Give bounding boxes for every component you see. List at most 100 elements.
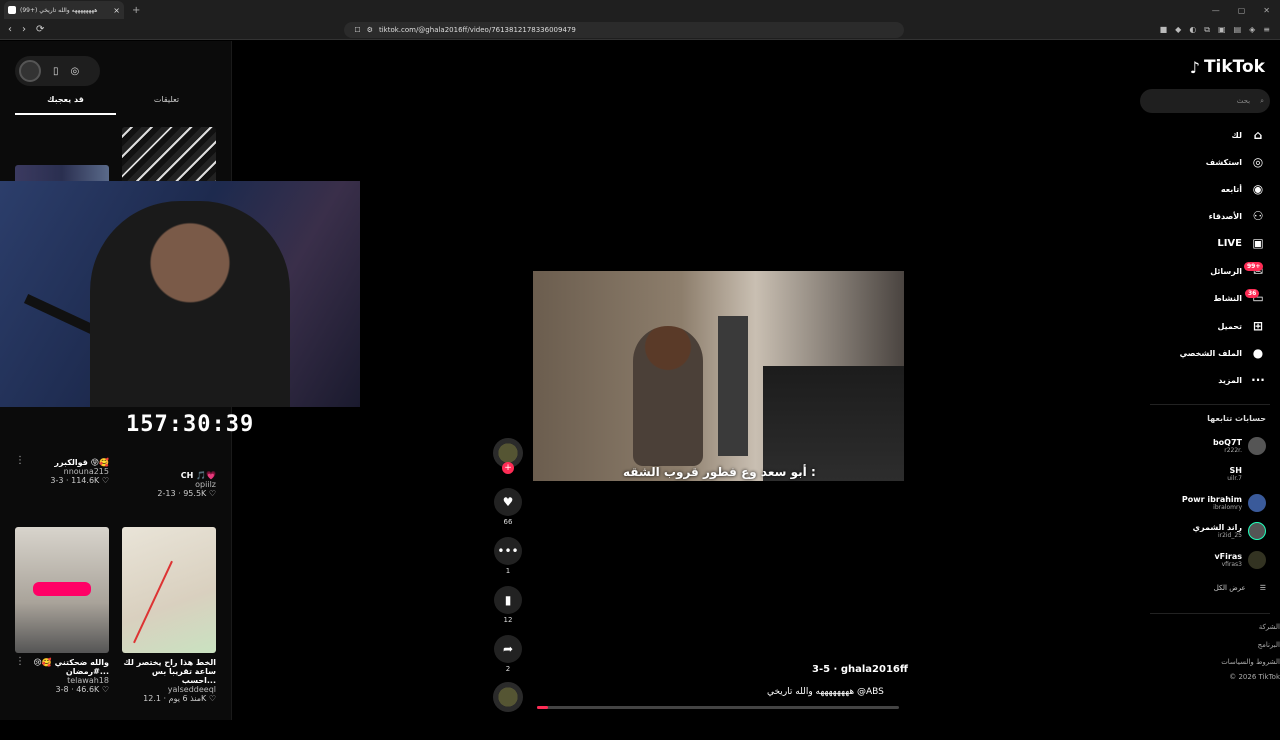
creator-avatar[interactable] — [19, 60, 41, 82]
following-account[interactable]: vFiras vfiras3 — [1214, 551, 1266, 569]
extension-icon[interactable]: ■ — [1160, 25, 1168, 35]
video-user[interactable]: nnouna215 — [15, 467, 109, 476]
nav-friends[interactable]: الأصدقاء ⚇ — [1209, 208, 1266, 224]
account-name: SH — [1229, 466, 1242, 475]
compass-icon: ◎ — [1252, 155, 1264, 169]
following-account[interactable]: SH uilr.7 — [1227, 465, 1266, 483]
video-date: 3-8 — [55, 685, 69, 694]
video-title[interactable]: قوالكبرر 😝🥰 — [15, 458, 109, 467]
video-caption: ههههههههه والله تاريخي @ABS — [767, 687, 884, 697]
video-meta: والله ضحكتني 🥰😢 #رمضان... telawah18 3-8 … — [15, 658, 109, 694]
video-thumbnail[interactable] — [122, 527, 216, 653]
video-title[interactable]: CH 🎵💗 — [122, 471, 216, 480]
nav-explore[interactable]: استكشف ◎ — [1206, 154, 1266, 170]
video-title[interactable]: الخط هذا راح يختصر لك ساعة تقريبا بس احس… — [122, 658, 216, 685]
menu-icon[interactable]: ≡ — [1263, 25, 1270, 35]
tiktok-logo[interactable]: ♪ TikTok — [1190, 57, 1265, 77]
minimize-icon[interactable]: — — [1212, 6, 1220, 15]
bookmark-icon[interactable]: ▮ — [494, 586, 522, 614]
following-account[interactable]: راند الشمري ir2id_25 — [1193, 522, 1266, 540]
author-avatar-button[interactable]: + — [492, 438, 524, 474]
search-input[interactable]: بحث ⌕ — [1140, 89, 1270, 113]
extension-icon[interactable]: ▣ — [1218, 25, 1226, 35]
nav-for-you[interactable]: لك ⌂ — [1232, 127, 1266, 143]
save-button[interactable]: ▮ 12 — [492, 586, 524, 624]
back-icon[interactable]: ‹ — [8, 24, 12, 35]
account-handle: ibralomry — [1213, 504, 1242, 511]
tab-close-icon[interactable]: × — [113, 6, 120, 15]
reload-icon[interactable]: ⟳ — [36, 24, 44, 35]
account-avatar — [1248, 551, 1266, 569]
following-account[interactable]: Powr ibrahim ibralomry — [1182, 494, 1266, 512]
device-icon[interactable]: ▯ — [53, 66, 59, 77]
brand-name: TikTok — [1203, 57, 1265, 77]
heart-icon: ♡ — [208, 489, 216, 498]
account-name: Powr ibrahim — [1181, 495, 1242, 504]
new-tab-button[interactable]: + — [132, 5, 140, 16]
nav-upload[interactable]: تحميل ⊞ — [1217, 318, 1266, 334]
wallet-icon[interactable]: ◈ — [1249, 25, 1255, 35]
comment-icon[interactable]: ••• — [494, 537, 522, 565]
browser-tab[interactable]: (99+) ههههههههه والله تاريخي × — [4, 1, 124, 19]
compass-icon[interactable]: ◎ — [71, 66, 80, 77]
list-icon: ☰ — [1259, 584, 1266, 592]
mini-toolbar: ▯ ◎ — [15, 56, 100, 86]
video-progress-bar[interactable] — [537, 706, 899, 709]
tab-you-may-like[interactable]: قد يعجبك — [15, 93, 116, 115]
heart-icon: ♡ — [101, 476, 109, 485]
extension-icon[interactable]: ⧉ — [1204, 25, 1210, 35]
sound-avatar[interactable] — [492, 682, 524, 712]
video-title[interactable]: والله ضحكتني 🥰😢 #رمضان... — [15, 658, 109, 676]
account-avatar — [1248, 494, 1266, 512]
tab-comments[interactable]: تعليقات — [116, 93, 217, 115]
video-user[interactable]: telawah18 — [15, 676, 109, 685]
sidebar-icon[interactable]: ▤ — [1234, 25, 1242, 35]
bookmark-icon[interactable]: ☐ — [354, 26, 360, 34]
nav-label: الرسائل — [1210, 266, 1242, 276]
extension-icon[interactable]: ◆ — [1175, 25, 1181, 35]
see-all-button[interactable]: عرض الكل ☰ — [1214, 584, 1266, 592]
nav-label: أتابعه — [1220, 184, 1242, 194]
video-player[interactable]: أبو سعد وع فطور قروب الشقه : — [533, 271, 904, 481]
nav-live[interactable]: LIVE ▣ — [1217, 235, 1266, 251]
following-account[interactable]: boQ7T r222r. — [1213, 437, 1266, 455]
maximize-icon[interactable]: ▢ — [1238, 6, 1246, 15]
nav-label: تحميل — [1217, 321, 1242, 331]
footer-link[interactable]: البرنامج — [1258, 641, 1280, 649]
following-avatar-icon: ◉ — [1252, 182, 1264, 196]
heart-icon[interactable]: ♥ — [494, 488, 522, 516]
video-user[interactable]: opiilz — [122, 480, 216, 489]
account-avatar — [1248, 465, 1266, 483]
site-info-icon[interactable]: ⚙ — [367, 26, 373, 34]
search-icon[interactable]: ⌕ — [1260, 97, 1264, 106]
account-handle: ir2id_25 — [1217, 532, 1242, 539]
account-handle: vfiras3 — [1221, 561, 1242, 568]
share-icon[interactable]: ➦ — [494, 635, 522, 663]
video-scene-fridge — [718, 316, 748, 456]
video-meta: الخط هذا راح يختصر لك ساعة تقريبا بس احس… — [122, 658, 216, 703]
nav-more[interactable]: المزيد ··· — [1218, 372, 1266, 388]
video-thumbnail[interactable] — [15, 527, 109, 653]
live-tv-icon: ▣ — [1252, 236, 1264, 250]
url-field[interactable]: ☐ ⚙ tiktok.com/@ghala2016ff/video/761381… — [344, 21, 1280, 740]
music-disc-icon[interactable] — [493, 682, 523, 712]
video-user[interactable]: yalseddeeql — [122, 685, 216, 694]
nav-profile[interactable]: الملف الشخصي ● — [1180, 345, 1266, 361]
share-button[interactable]: ➦ 2 — [492, 635, 524, 673]
video-author[interactable]: 3-5 · ghala2016ff — [812, 664, 908, 675]
account-names: راند الشمري ir2id_25 — [1193, 523, 1242, 539]
extension-icon[interactable]: ◐ — [1189, 25, 1196, 35]
like-button[interactable]: ♥ 66 — [492, 488, 524, 526]
nav-following[interactable]: أتابعه ◉ — [1221, 181, 1266, 197]
close-window-icon[interactable]: ✕ — [1263, 6, 1270, 15]
follow-plus-icon[interactable]: + — [502, 462, 514, 474]
forward-icon[interactable]: › — [22, 24, 26, 35]
comment-button[interactable]: ••• 1 — [492, 537, 524, 575]
video-stats: منذ 6 يوم · 12.1K ♡ — [143, 694, 216, 703]
account-name: vFiras — [1214, 552, 1242, 561]
author-name[interactable]: ghala2016ff — [841, 664, 908, 675]
footer-link[interactable]: الشروط والسياسات — [1221, 658, 1280, 666]
see-all-label: عرض الكل — [1213, 584, 1246, 592]
account-names: SH uilr.7 — [1227, 466, 1242, 482]
footer-link[interactable]: الشركة — [1259, 623, 1280, 631]
